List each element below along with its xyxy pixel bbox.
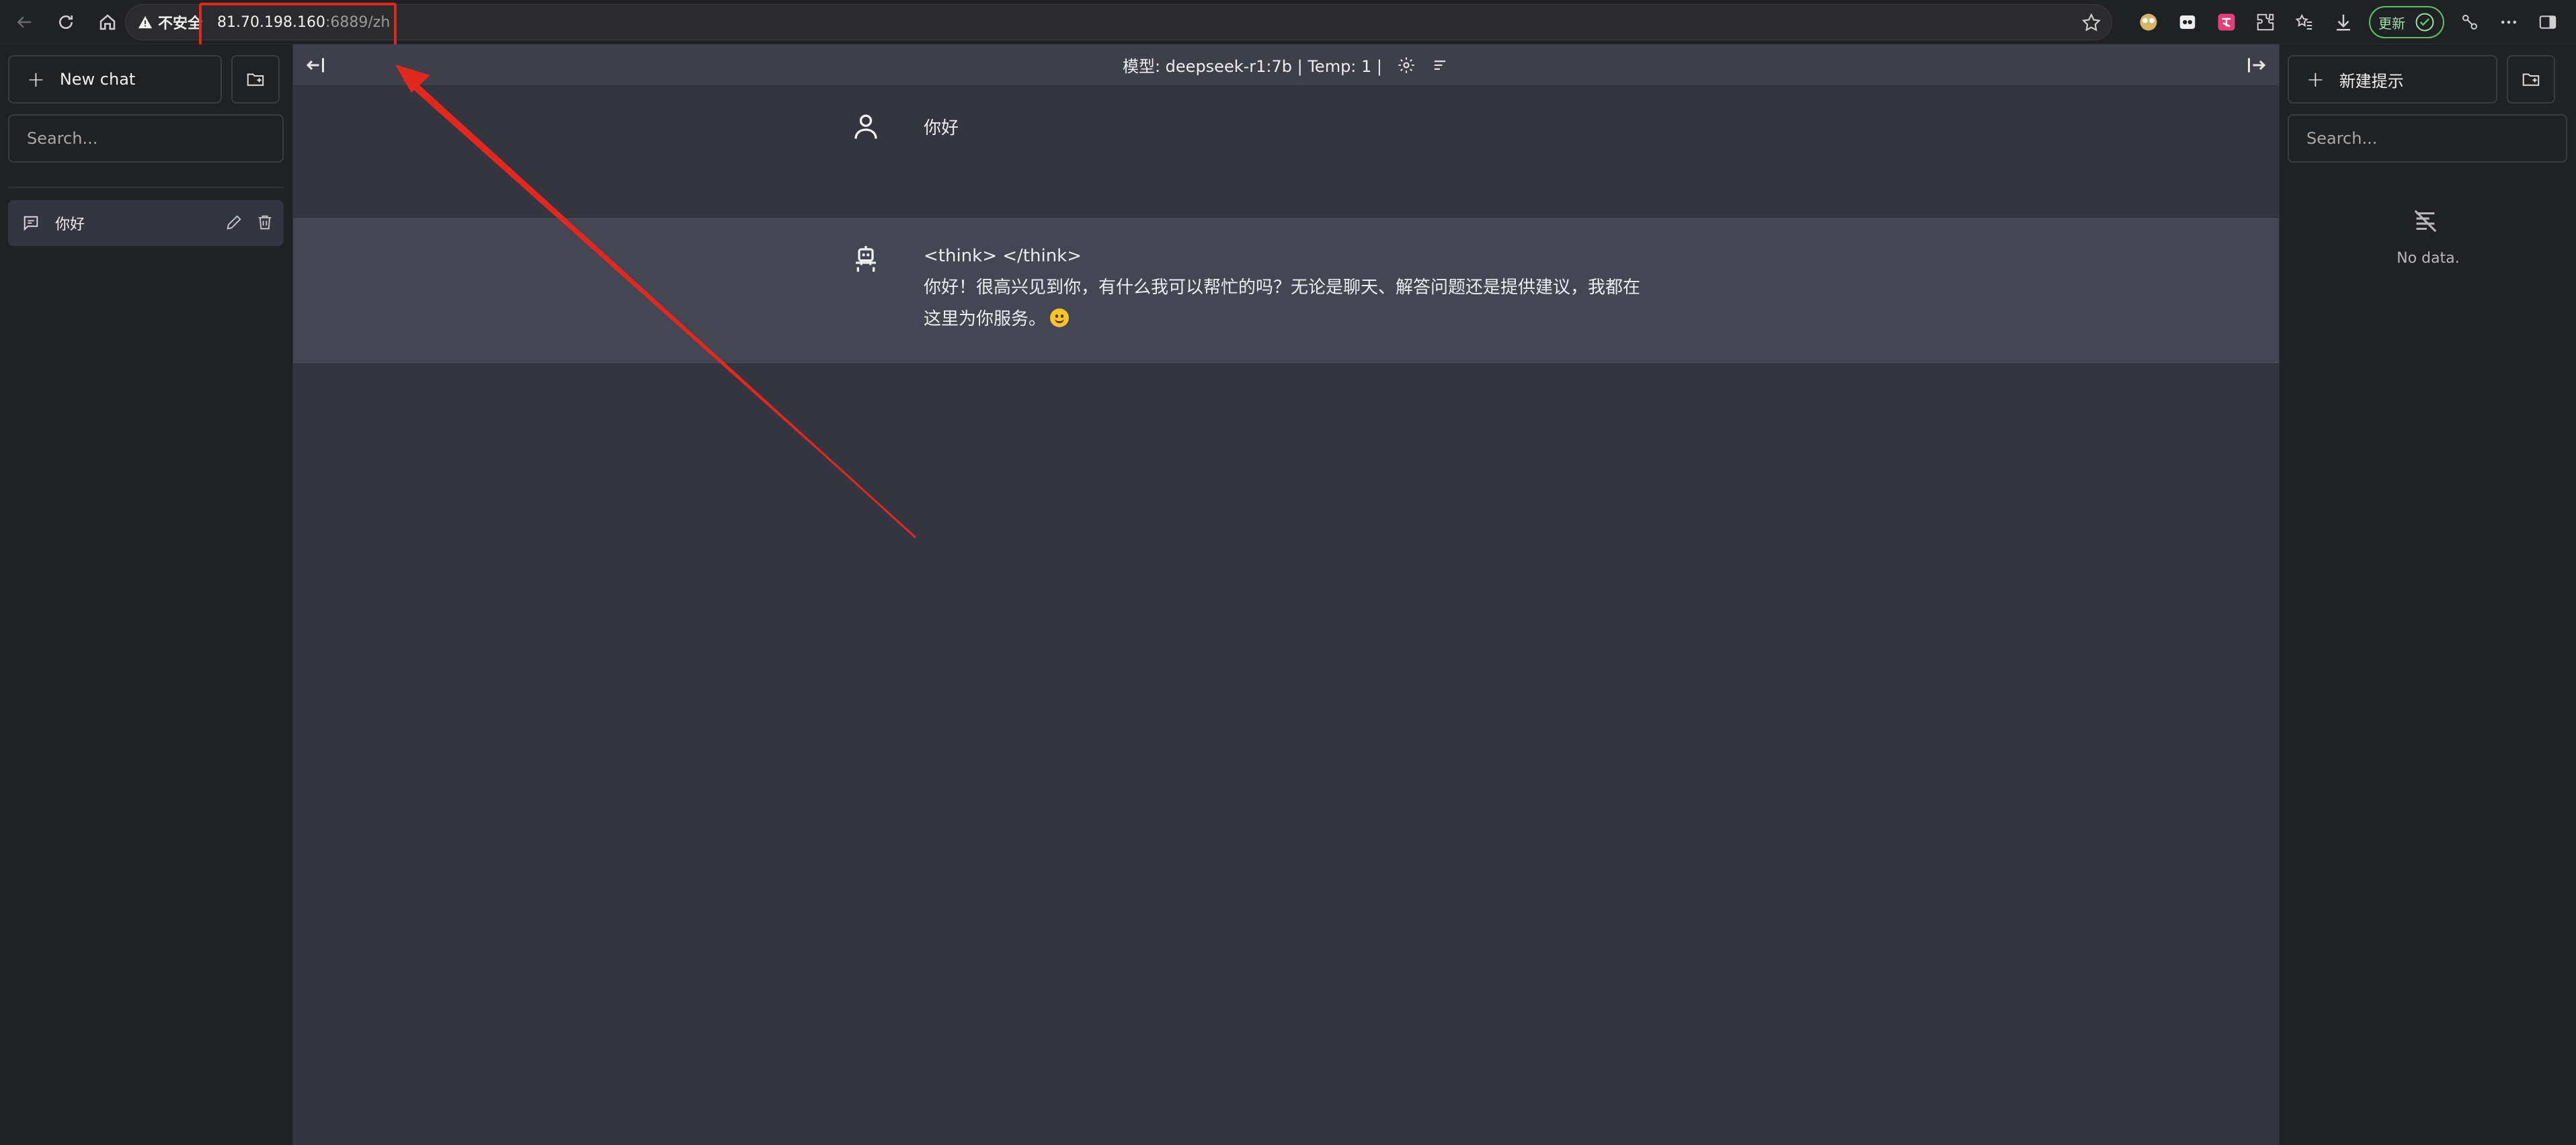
folder-plus-icon — [2522, 73, 2540, 86]
ellipsis-icon — [2501, 20, 2516, 24]
user-icon — [854, 114, 877, 139]
home-icon — [99, 13, 116, 30]
assistant-message-row: <think> </think> 你好！很高兴见到你，有什么我可以帮忙的吗？无论… — [293, 218, 2279, 364]
conversation-item[interactable]: 你好 — [8, 200, 284, 246]
no-data-text: No data. — [2397, 250, 2460, 267]
home-button[interactable] — [90, 5, 125, 40]
sidebar-divider — [8, 187, 284, 188]
model-info: 模型: deepseek-r1:7b | Temp: 1 | — [1123, 53, 1449, 77]
url-text: 81.70.198.160:6889/zh — [217, 14, 390, 31]
conversation-actions — [225, 213, 274, 232]
more-menu-button[interactable] — [2495, 9, 2522, 36]
security-label: 不安全 — [158, 15, 203, 32]
address-bar[interactable]: 不安全 81.70.198.160:6889/zh — [125, 4, 2112, 40]
extensions-button[interactable] — [2252, 9, 2279, 36]
download-icon — [2337, 14, 2350, 31]
favorites-list-icon — [2295, 13, 2312, 30]
new-prompt-button[interactable]: + 新建提示 — [2288, 55, 2497, 103]
left-sidebar: + New chat 你好 — [0, 44, 293, 1145]
update-label: 更新 — [2378, 15, 2405, 32]
plus-icon: + — [27, 67, 45, 92]
model-info-text: 模型: deepseek-r1:7b | Temp: 1 | — [1122, 57, 1383, 76]
update-button[interactable]: 更新 — [2369, 6, 2444, 38]
conversation-title: 你好 — [55, 216, 85, 233]
settings-gear-icon[interactable] — [1397, 56, 1416, 75]
clear-conversation-icon[interactable] — [1431, 56, 1449, 75]
extension-translate-icon — [2218, 13, 2235, 31]
browser-toolbar: 不安全 81.70.198.160:6889/zh 更新 — [0, 0, 2576, 44]
new-chat-button[interactable]: + New chat — [8, 55, 222, 103]
extension-2[interactable] — [2174, 9, 2201, 36]
extension-3[interactable] — [2213, 9, 2240, 36]
favorite-star-icon[interactable] — [2081, 12, 2102, 34]
url-host: 81.70.198.160 — [217, 13, 325, 31]
warning-icon — [138, 15, 153, 29]
sidebar-toggle-button[interactable] — [2534, 9, 2561, 36]
reload-icon — [59, 15, 73, 29]
collapse-left-sidebar-button[interactable] — [304, 53, 328, 77]
assistant-avatar — [852, 245, 879, 274]
new-chat-label: New chat — [59, 70, 136, 89]
downloads-button[interactable] — [2330, 9, 2357, 36]
favorites-button[interactable] — [2291, 9, 2318, 36]
share-button[interactable] — [2456, 9, 2483, 36]
arrow-left-bar-icon — [306, 58, 324, 73]
extensions-row: 更新 — [2135, 0, 2576, 44]
right-sidebar: + 新建提示 No data. — [2279, 44, 2576, 1145]
new-folder-button[interactable] — [231, 55, 280, 103]
user-message-row: 你好 — [293, 86, 2279, 218]
assistant-message-body: <think> </think> 你好！很高兴见到你，有什么我可以帮忙的吗？无论… — [924, 246, 1641, 329]
prompt-search-input[interactable] — [2288, 114, 2567, 163]
plus-icon: + — [2306, 67, 2325, 92]
extension-face-icon — [2140, 13, 2157, 31]
new-prompt-folder-button[interactable] — [2507, 55, 2555, 103]
extension-1[interactable] — [2135, 9, 2162, 36]
security-indicator[interactable]: 不安全 — [138, 11, 202, 33]
empty-list-icon — [2414, 210, 2437, 232]
share-icon — [2462, 15, 2477, 30]
back-button[interactable] — [7, 5, 42, 40]
delete-trash-icon[interactable] — [255, 213, 274, 232]
sidebar-panel-icon — [2539, 15, 2557, 29]
smile-emoji-icon — [1050, 308, 1070, 327]
extension-mask-icon — [2179, 15, 2196, 29]
new-prompt-label: 新建提示 — [2339, 71, 2404, 91]
url-port-path: :6889/zh — [325, 13, 391, 31]
edit-pencil-icon[interactable] — [225, 213, 243, 232]
user-avatar — [852, 112, 879, 141]
arrow-right-bar-icon — [2248, 58, 2266, 73]
profile-sync-icon — [2415, 13, 2434, 32]
puzzle-icon — [2257, 13, 2274, 31]
back-arrow-icon — [17, 16, 31, 28]
conversation-search-input[interactable] — [8, 114, 284, 163]
chat-panel: 模型: deepseek-r1:7b | Temp: 1 | 你好 <think… — [293, 44, 2279, 1145]
reload-button[interactable] — [48, 5, 83, 40]
chat-header: 模型: deepseek-r1:7b | Temp: 1 | — [293, 44, 2279, 86]
user-message-text: 你好 — [924, 118, 959, 138]
collapse-right-sidebar-button[interactable] — [2244, 53, 2268, 77]
no-data-icon — [2410, 206, 2441, 237]
robot-icon — [856, 246, 876, 272]
folder-plus-icon — [247, 73, 264, 86]
message-icon — [24, 216, 38, 231]
assistant-message-text: <think> </think> 你好！很高兴见到你，有什么我可以帮忙的吗？无论… — [924, 241, 1677, 335]
